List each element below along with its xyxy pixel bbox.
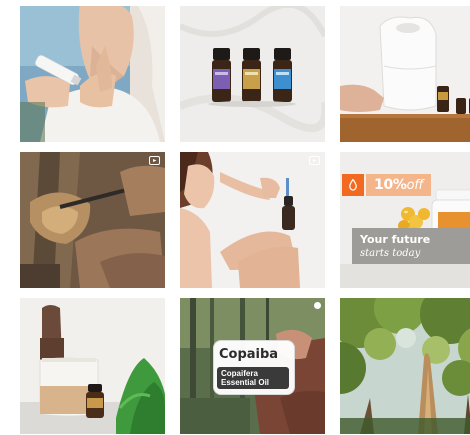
softgel-bottle-photo [340, 152, 470, 288]
post-tile-offer[interactable]: 10%off Your future starts today [340, 152, 470, 288]
post-tile-dropper[interactable] [180, 152, 325, 288]
copaiba-label-card: Copaiba Copaifera Essential Oil [213, 340, 295, 395]
copaiba-name-box: Copaifera Essential Oil [217, 367, 289, 389]
reel-icon [309, 156, 320, 165]
skincare-photo [20, 6, 165, 142]
post-tile-skincare[interactable] [20, 6, 165, 142]
discount-badge: 10%off [366, 174, 431, 196]
photo-grid: 10%off Your future starts today Copaiba … [20, 6, 470, 434]
oil-bottles-photo [180, 6, 325, 142]
copaiba-latin-name: Copaifera [221, 369, 258, 378]
carousel-icon [314, 302, 321, 309]
post-tile-resin-harvest[interactable] [20, 152, 165, 288]
discount-percent: 10% [374, 177, 407, 193]
resin-harvest-photo [20, 152, 165, 288]
reel-icon [149, 156, 160, 165]
forest-canopy-photo [340, 298, 470, 434]
diffuser-table-photo [20, 298, 165, 434]
discount-suffix: off [406, 178, 424, 193]
post-tile-forest-canopy[interactable] [340, 298, 470, 434]
dropper-photo [180, 152, 325, 288]
post-tile-diffuser[interactable] [340, 6, 470, 142]
post-tile-oil-bottles[interactable] [180, 6, 325, 142]
offer-subtitle: starts today [360, 248, 421, 259]
post-tile-diffuser-table[interactable] [20, 298, 165, 434]
copaiba-title: Copaiba [219, 347, 279, 362]
brand-drop-icon [342, 174, 364, 196]
offer-title: Your future [360, 233, 431, 246]
post-tile-copaiba[interactable]: Copaiba Copaifera Essential Oil [180, 298, 325, 434]
copaiba-product-type: Essential Oil [221, 378, 270, 387]
diffuser-photo [340, 6, 470, 142]
